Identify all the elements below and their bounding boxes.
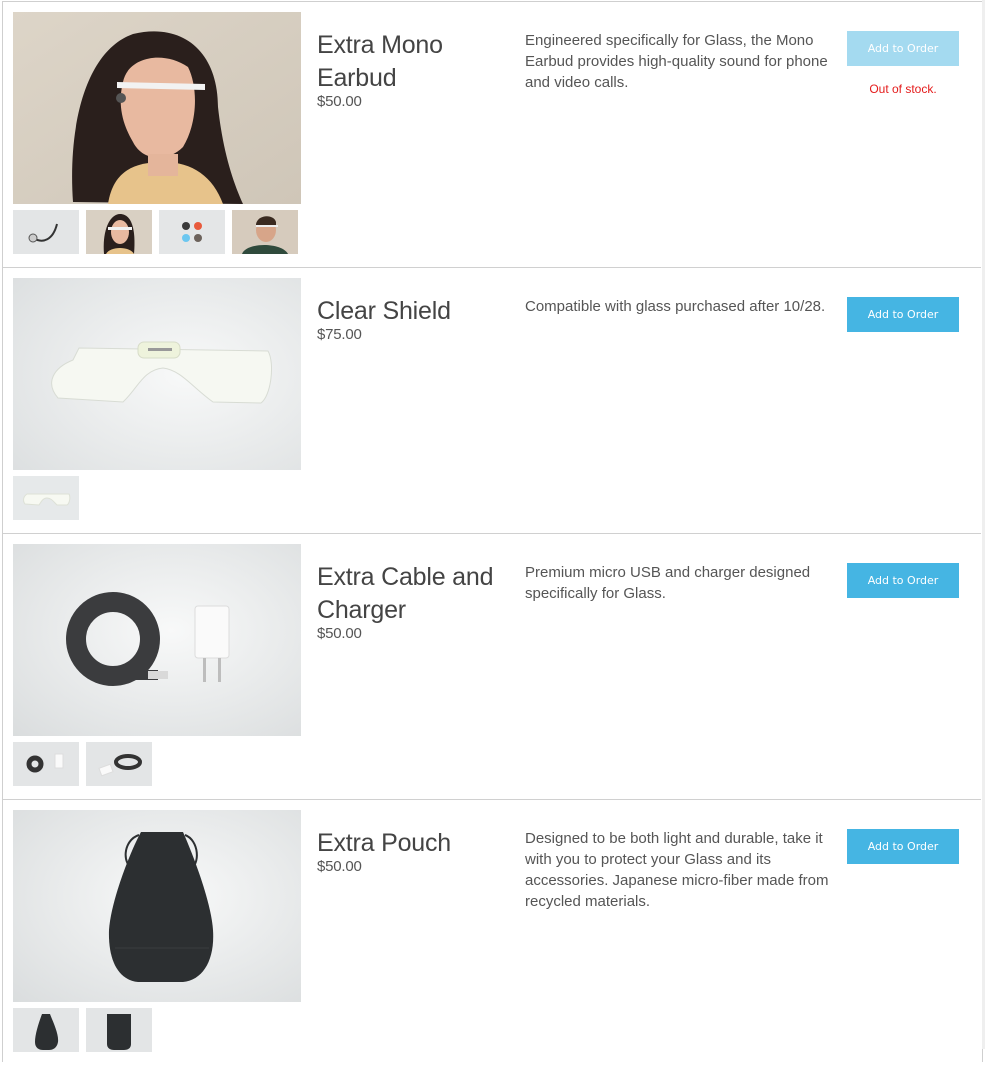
thumbnail-pouch-flat[interactable] xyxy=(86,1008,152,1052)
product-description: Compatible with glass purchased after 10… xyxy=(525,298,826,315)
product-price: $50.00 xyxy=(317,625,362,642)
thumbnail-strip xyxy=(13,210,298,254)
thumbnail-clear-shield[interactable] xyxy=(13,476,79,520)
product-description: Designed to be both light and durable, t… xyxy=(525,830,829,910)
product-price: $75.00 xyxy=(317,326,362,343)
thumbnail-cable-and-charger[interactable] xyxy=(13,742,79,786)
thumbnail-woman-wearing-glass[interactable] xyxy=(86,210,152,254)
product-image-pouch[interactable] xyxy=(13,810,301,1002)
product-row-clear-shield: Clear Shield $75.00 Compatible with glas… xyxy=(3,268,981,534)
thumbnail-charger-angled[interactable] xyxy=(86,742,152,786)
product-image-cable-charger[interactable] xyxy=(13,544,301,736)
add-to-order-button[interactable]: Add to Order xyxy=(847,297,959,332)
product-description: Premium micro USB and charger designed s… xyxy=(525,564,811,602)
out-of-stock-label: Out of stock. xyxy=(869,82,937,96)
thumbnail-earbud-colors[interactable] xyxy=(159,210,225,254)
product-row-cable-charger: Extra Cable and Charger $50.00 Premium m… xyxy=(3,534,981,800)
product-name: Extra Mono Earbud $50.00 xyxy=(317,29,507,111)
product-title: Extra Pouch xyxy=(317,829,451,857)
product-image-clear-shield[interactable] xyxy=(13,278,301,470)
product-price: $50.00 xyxy=(317,858,362,875)
product-title: Extra Mono Earbud xyxy=(317,31,443,92)
thumbnail-strip xyxy=(13,742,152,786)
product-description: Engineered specifically for Glass, the M… xyxy=(525,32,828,91)
product-row-mono-earbud: Extra Mono Earbud $50.00 Engineered spec… xyxy=(3,2,981,268)
add-to-order-button[interactable]: Add to Order xyxy=(847,563,959,598)
thumbnail-strip xyxy=(13,476,79,520)
product-title: Clear Shield xyxy=(317,297,451,325)
product-image-mono-earbud[interactable] xyxy=(13,12,301,204)
thumbnail-earbud-cable[interactable] xyxy=(13,210,79,254)
product-name: Extra Pouch $50.00 xyxy=(317,827,507,876)
product-name: Clear Shield $75.00 xyxy=(317,295,507,344)
product-name: Extra Cable and Charger $50.00 xyxy=(317,561,507,643)
product-row-pouch: Extra Pouch $50.00 Designed to be both l… xyxy=(3,800,981,1065)
thumbnail-man-wearing-glass[interactable] xyxy=(232,210,298,254)
add-to-order-button[interactable]: Add to Order xyxy=(847,31,959,66)
thumbnail-strip xyxy=(13,1008,152,1052)
thumbnail-pouch-front[interactable] xyxy=(13,1008,79,1052)
product-title: Extra Cable and Charger xyxy=(317,563,494,624)
add-to-order-button[interactable]: Add to Order xyxy=(847,829,959,864)
product-price: $50.00 xyxy=(317,93,362,110)
